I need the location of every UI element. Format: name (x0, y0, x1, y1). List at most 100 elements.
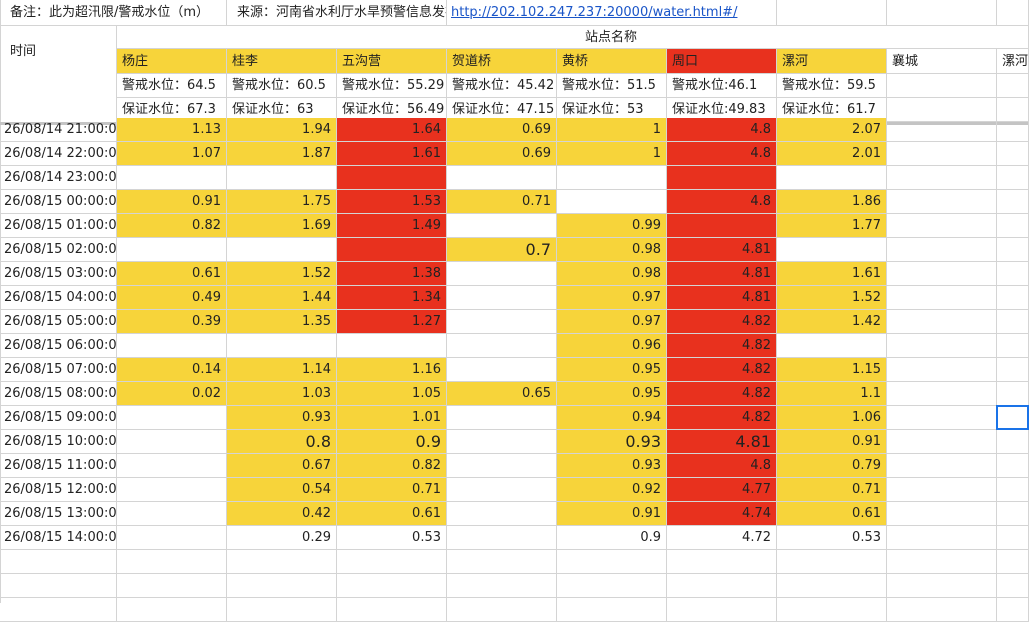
value-cell[interactable]: 0.71 (777, 478, 887, 502)
value-cell[interactable]: 1 (557, 142, 667, 166)
value-cell[interactable]: 0.67 (227, 454, 337, 478)
value-cell[interactable]: 1.15 (777, 358, 887, 382)
value-cell[interactable]: 1.77 (777, 214, 887, 238)
value-cell[interactable] (997, 526, 1029, 550)
value-cell[interactable]: 0.49 (117, 286, 227, 310)
warning-level-cell[interactable] (887, 74, 997, 98)
value-cell[interactable]: 0.39 (117, 310, 227, 334)
value-cell[interactable] (997, 238, 1029, 262)
value-cell[interactable] (887, 598, 997, 622)
time-cell[interactable]: 26/08/15 12:00:00 (0, 478, 117, 502)
value-cell[interactable]: 0.02 (117, 382, 227, 406)
time-cell[interactable]: 26/08/14 22:00:00 (0, 142, 117, 166)
value-cell[interactable] (887, 142, 997, 166)
value-cell[interactable] (447, 286, 557, 310)
value-cell[interactable] (337, 166, 447, 190)
value-cell[interactable]: 0.8 (227, 430, 337, 454)
time-cell[interactable] (0, 574, 117, 598)
value-cell[interactable]: 0.91 (117, 190, 227, 214)
value-cell[interactable]: 2.01 (777, 142, 887, 166)
value-cell[interactable]: 0.61 (777, 502, 887, 526)
time-cell[interactable]: 26/08/15 13:00:00 (0, 502, 117, 526)
value-cell[interactable] (887, 118, 997, 142)
empty-cell[interactable] (777, 0, 887, 26)
time-cell[interactable]: 26/08/15 00:00:00 (0, 190, 117, 214)
value-cell[interactable] (117, 238, 227, 262)
value-cell[interactable]: 0.96 (557, 334, 667, 358)
value-cell[interactable]: 1.52 (777, 286, 887, 310)
value-cell[interactable]: 1.69 (227, 214, 337, 238)
value-cell[interactable]: 0.53 (777, 526, 887, 550)
station-name-cell[interactable]: 贺道桥 (447, 49, 557, 74)
station-name-cell[interactable]: 五沟营 (337, 49, 447, 74)
value-cell[interactable] (667, 574, 777, 598)
value-cell[interactable] (337, 238, 447, 262)
value-cell[interactable] (997, 502, 1029, 526)
value-cell[interactable]: 0.82 (117, 214, 227, 238)
time-cell[interactable]: 26/08/15 10:00:00 (0, 430, 117, 454)
value-cell[interactable]: 2.07 (777, 118, 887, 142)
value-cell[interactable]: 1.1 (777, 382, 887, 406)
value-cell[interactable]: 0.94 (557, 406, 667, 430)
value-cell[interactable]: 1.87 (227, 142, 337, 166)
value-cell[interactable]: 0.7 (447, 238, 557, 262)
warning-level-cell[interactable]: 警戒水位：64.5 (117, 74, 227, 98)
value-cell[interactable]: 0.91 (557, 502, 667, 526)
value-cell[interactable] (777, 598, 887, 622)
value-cell[interactable]: 1.13 (117, 118, 227, 142)
value-cell[interactable] (887, 574, 997, 598)
value-cell[interactable]: 0.93 (557, 430, 667, 454)
value-cell[interactable] (887, 334, 997, 358)
value-cell[interactable]: 0.92 (557, 478, 667, 502)
value-cell[interactable]: 1.06 (777, 406, 887, 430)
value-cell[interactable]: 1.16 (337, 358, 447, 382)
value-cell[interactable] (887, 454, 997, 478)
warning-level-cell[interactable]: 警戒水位：55.29 (337, 74, 447, 98)
value-cell[interactable] (887, 550, 997, 574)
value-cell[interactable] (887, 406, 997, 430)
value-cell[interactable]: 1.49 (337, 214, 447, 238)
value-cell[interactable] (667, 166, 777, 190)
value-cell[interactable] (117, 502, 227, 526)
value-cell[interactable] (227, 598, 337, 622)
value-cell[interactable]: 1.05 (337, 382, 447, 406)
value-cell[interactable] (887, 478, 997, 502)
warning-level-cell[interactable]: 警戒水位：51.5 (557, 74, 667, 98)
value-cell[interactable]: 4.8 (667, 454, 777, 478)
value-cell[interactable] (997, 286, 1029, 310)
selected-cell-outline[interactable] (996, 405, 1029, 430)
value-cell[interactable] (447, 310, 557, 334)
value-cell[interactable] (997, 310, 1029, 334)
value-cell[interactable]: 0.29 (227, 526, 337, 550)
value-cell[interactable] (997, 142, 1029, 166)
value-cell[interactable]: 4.8 (667, 118, 777, 142)
value-cell[interactable]: 0.95 (557, 382, 667, 406)
value-cell[interactable] (997, 550, 1029, 574)
value-cell[interactable]: 1.53 (337, 190, 447, 214)
value-cell[interactable]: 4.82 (667, 382, 777, 406)
value-cell[interactable] (887, 310, 997, 334)
value-cell[interactable]: 0.82 (337, 454, 447, 478)
value-cell[interactable]: 1.42 (777, 310, 887, 334)
value-cell[interactable]: 0.14 (117, 358, 227, 382)
source-link-cell[interactable]: http://202.102.247.237:20000/water.html#… (447, 0, 777, 26)
value-cell[interactable] (447, 166, 557, 190)
value-cell[interactable]: 0.97 (557, 310, 667, 334)
value-cell[interactable] (887, 166, 997, 190)
value-cell[interactable] (447, 574, 557, 598)
value-cell[interactable] (117, 166, 227, 190)
value-cell[interactable] (557, 598, 667, 622)
warning-level-cell[interactable] (997, 74, 1029, 98)
value-cell[interactable] (997, 334, 1029, 358)
warning-level-cell[interactable]: 警戒水位:46.1 (667, 74, 777, 98)
value-cell[interactable]: 0.65 (447, 382, 557, 406)
value-cell[interactable]: 0.93 (227, 406, 337, 430)
value-cell[interactable] (227, 550, 337, 574)
value-cell[interactable]: 1.86 (777, 190, 887, 214)
value-cell[interactable] (887, 382, 997, 406)
value-cell[interactable] (997, 118, 1029, 142)
value-cell[interactable] (117, 406, 227, 430)
value-cell[interactable] (887, 286, 997, 310)
value-cell[interactable] (887, 238, 997, 262)
value-cell[interactable] (117, 334, 227, 358)
